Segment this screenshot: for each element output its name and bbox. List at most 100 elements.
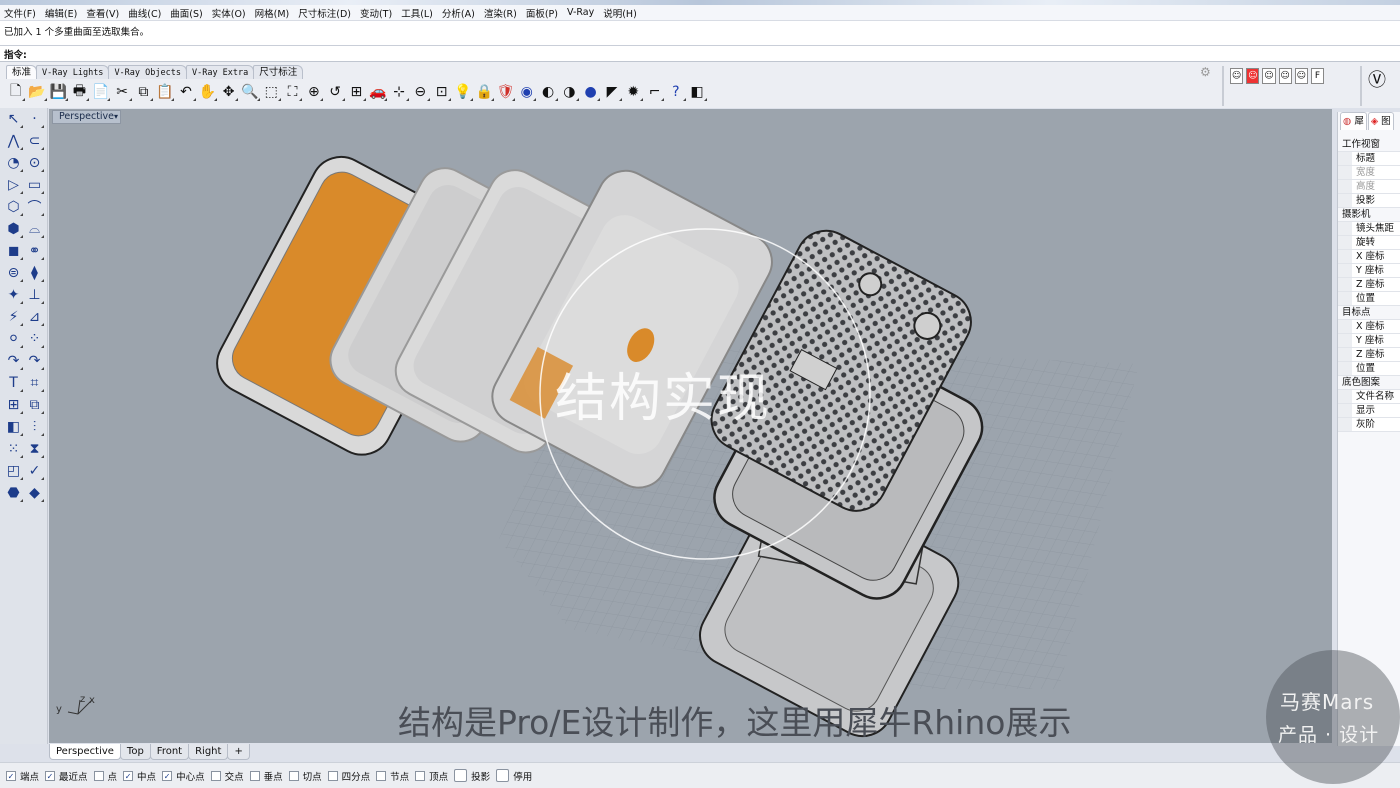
f-icon[interactable]: F [1310,68,1325,84]
viewport-capture-icon[interactable]: ☺ [1230,68,1244,84]
toolbar-tab[interactable]: V-Ray Extra [185,65,255,79]
viewport-menu-arrow-icon[interactable]: ▾ [114,110,124,124]
command-prompt[interactable]: 指令: [0,46,1400,62]
left-tool-icon[interactable]: ⌗ [24,372,45,394]
left-tool-icon[interactable]: ▷ [3,174,24,196]
print-icon[interactable]: 🖶 [69,82,90,102]
property-item[interactable]: X 座标 [1338,320,1400,334]
cplane-icon[interactable]: ⊡ [431,82,452,102]
lock-icon[interactable]: 🔒 [474,82,495,102]
four-viewports-icon[interactable]: ⊞ [346,82,367,102]
left-tool-icon[interactable]: ▭ [24,174,45,196]
menu-item[interactable]: 面板(P) [526,6,558,20]
property-item[interactable]: 旋转 [1338,236,1400,250]
osnap-checkbox[interactable] [93,770,104,781]
bitmap-icon[interactable]: ☺ [1294,68,1308,84]
osnap-checkbox[interactable] [376,770,387,781]
menu-item[interactable]: 说明(H) [603,6,637,20]
osnap-option[interactable]: 顶点 [415,769,448,783]
toolbar-tab[interactable]: V-Ray Lights [36,65,110,79]
left-tool-icon[interactable]: ⁘ [24,328,45,350]
car-render-icon[interactable]: 🚗 [367,82,388,102]
toolbar-tab[interactable]: 标准 [6,65,38,79]
shaded-sphere-icon[interactable]: ◐ [537,82,559,102]
property-item[interactable]: 宽度 [1338,166,1400,180]
menu-item[interactable]: 工具(L) [401,6,433,20]
viewport-tab[interactable]: Right [188,744,229,760]
osnap-option[interactable]: 切点 [288,769,322,783]
left-tool-icon[interactable]: ⁙ [3,438,24,460]
osnap-checkbox[interactable] [288,770,299,781]
property-item[interactable]: 位置 [1338,292,1400,306]
left-tool-icon[interactable]: ⌒ [24,196,45,218]
toolbar-settings-gear-icon[interactable]: ⚙ [1200,65,1211,79]
menu-item[interactable]: 变动(T) [360,6,392,20]
left-tool-icon[interactable]: ↷ [24,350,45,372]
menu-item[interactable]: 查看(V) [86,6,119,20]
left-tool-icon[interactable]: ⚭ [24,240,45,262]
left-tool-icon[interactable]: ⫶ [24,416,45,438]
property-item[interactable]: X 座标 [1338,250,1400,264]
property-item[interactable]: Z 座标 [1338,278,1400,292]
viewport-tab[interactable]: Front [149,744,190,760]
left-tool-icon[interactable]: ⊞ [3,394,24,416]
menu-item[interactable]: 尺寸标注(D) [298,6,351,20]
osnap-option[interactable]: 交点 [210,769,244,783]
osnap-option[interactable]: 四分点 [327,769,370,783]
new-file-icon[interactable]: 🗋 [5,82,26,102]
left-tool-icon[interactable]: ✦ [3,284,24,306]
left-tool-icon[interactable]: ⌓ [24,218,45,240]
zoom-selected-icon[interactable]: ⊕ [303,82,324,102]
zoom-icon[interactable]: 🔍 [239,82,260,102]
left-tool-icon[interactable]: ◔ [3,152,24,174]
help-icon[interactable]: ? [665,82,686,102]
property-item[interactable]: 标题 [1338,152,1400,166]
add-viewport-tab[interactable]: + [227,744,250,760]
left-tool-icon[interactable]: ⚡ [3,306,24,328]
osnap-option[interactable]: ✓ 端点 [6,769,39,783]
property-item[interactable]: 位置 [1338,362,1400,376]
menu-item[interactable]: 网格(M) [255,6,290,20]
menu-item[interactable]: 渲染(R) [484,6,517,20]
menu-item[interactable]: V-Ray [567,7,594,18]
osnap-checkbox[interactable] [249,770,260,781]
viewport-title[interactable]: Perspective [52,110,122,124]
osnap-option[interactable]: 垂点 [249,769,283,783]
left-tool-icon[interactable]: T [3,372,24,394]
osnap-checkbox[interactable] [496,769,510,782]
property-item[interactable]: 投影 [1338,194,1400,208]
left-tool-icon[interactable]: ⊿ [24,306,45,328]
no-capture-icon[interactable]: ☺ [1246,68,1260,84]
osnap-option[interactable]: 节点 [376,769,409,783]
property-item[interactable]: 文件名称 [1338,390,1400,404]
viewport-tab[interactable]: Perspective [49,744,121,760]
osnap-checkbox[interactable] [454,769,468,782]
menu-item[interactable]: 编辑(E) [45,6,77,20]
osnap-option[interactable]: 点 [93,769,117,783]
property-item[interactable]: 高度 [1338,180,1400,194]
osnap-option[interactable]: ✓ 中点 [123,769,156,783]
osnap-option[interactable]: 停用 [496,769,532,783]
left-tool-icon[interactable]: ⬢ [3,218,24,240]
toolbar-tab[interactable]: V-Ray Objects [108,65,187,79]
cut-icon[interactable]: ✂ [111,82,133,102]
left-tool-icon[interactable]: ⧫ [24,262,45,284]
left-tool-icon[interactable]: ⊥ [24,284,45,306]
property-item[interactable]: 灰阶 [1338,418,1400,432]
pan-hand-icon[interactable]: ✋ [197,82,218,102]
color-wheel-icon[interactable]: ◉ [516,82,537,102]
left-tool-icon[interactable]: ✓ [24,460,45,482]
left-tool-icon[interactable]: ⊙ [24,152,45,174]
left-tool-icon[interactable]: ⧗ [24,438,45,460]
osnap-option[interactable]: ✓ 最近点 [45,769,88,783]
left-tool-icon[interactable]: ◆ [24,482,45,504]
osnap-option[interactable]: ✓ 中心点 [162,769,205,783]
undo-view-icon[interactable]: ↺ [324,82,346,102]
menu-item[interactable]: 曲面(S) [170,6,202,20]
undo-icon[interactable]: ↶ [175,82,196,102]
osnap-checkbox[interactable]: ✓ [45,770,56,781]
osnap-checkbox[interactable] [327,770,338,781]
viewport-tab[interactable]: Top [119,744,151,760]
vray-logo-icon[interactable]: Ⓥ [1360,66,1400,106]
rotate-view-icon[interactable]: ✥ [218,82,239,102]
